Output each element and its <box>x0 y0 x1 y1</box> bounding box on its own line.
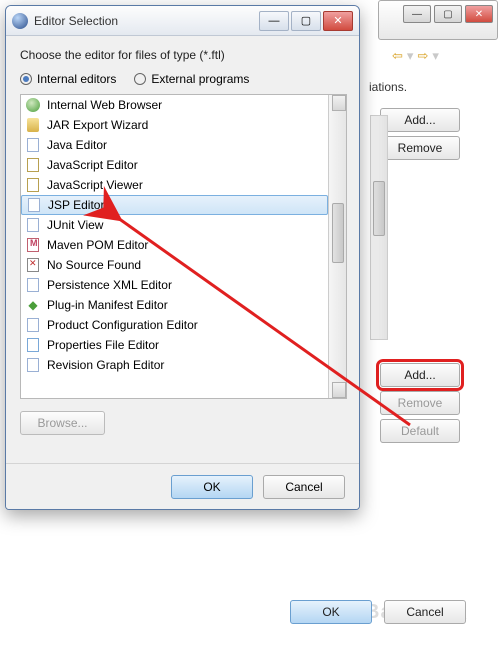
parent-window-controls: — ▢ ✕ <box>378 0 498 40</box>
external-programs-label: External programs <box>151 72 249 86</box>
radio-checked-icon <box>20 73 32 85</box>
globe-icon <box>25 97 41 113</box>
list-item[interactable]: Internal Web Browser <box>21 95 328 115</box>
editor-list: Internal Web Browser JAR Export Wizard Jav… <box>20 94 347 399</box>
js-icon <box>25 157 41 173</box>
minimize-button[interactable]: — <box>259 11 289 31</box>
remove-button-1[interactable]: Remove <box>380 136 460 160</box>
list-item-label: Plug-in Manifest Editor <box>47 298 168 312</box>
list-item-label: Revision Graph Editor <box>47 358 164 372</box>
parent-cancel-button[interactable]: Cancel <box>384 600 466 624</box>
list-item[interactable]: Maven POM Editor <box>21 235 328 255</box>
parent-minimize-button[interactable]: — <box>403 5 431 23</box>
list-scrollbar-thumb[interactable] <box>332 203 344 263</box>
radio-unchecked-icon <box>134 73 146 85</box>
internal-editors-radio[interactable]: Internal editors <box>20 72 116 86</box>
internal-editors-label: Internal editors <box>37 72 116 86</box>
editor-selection-dialog: Editor Selection — ▢ ✕ Choose the editor… <box>5 5 360 510</box>
doc-icon <box>25 317 41 333</box>
js-icon <box>25 177 41 193</box>
back-arrow-icon[interactable]: ⇦ <box>392 48 403 64</box>
list-scrollbar[interactable] <box>328 95 346 398</box>
dialog-title: Editor Selection <box>34 14 259 28</box>
back-dropdown-icon[interactable]: ▾ <box>407 48 414 64</box>
cancel-button[interactable]: Cancel <box>263 475 345 499</box>
list-item-label: Properties File Editor <box>47 338 159 352</box>
list-item[interactable]: Product Configuration Editor <box>21 315 328 335</box>
list-item[interactable]: ◆ Plug-in Manifest Editor <box>21 295 328 315</box>
doc-icon <box>25 357 41 373</box>
forward-arrow-icon[interactable]: ⇨ <box>417 48 428 64</box>
parent-text-fragment: iations. <box>365 80 500 94</box>
list-item[interactable]: No Source Found <box>21 255 328 275</box>
list-item[interactable]: JUnit View <box>21 215 328 235</box>
list-item-label: Persistence XML Editor <box>47 278 172 292</box>
close-button[interactable]: ✕ <box>323 11 353 31</box>
nosource-icon <box>25 257 41 273</box>
list-item-label: JUnit View <box>47 218 103 232</box>
parent-scrollbar-thumb[interactable] <box>373 181 385 236</box>
list-item-label: No Source Found <box>47 258 141 272</box>
list-item[interactable]: Revision Graph Editor <box>21 355 328 375</box>
remove-button-2[interactable]: Remove <box>380 391 460 415</box>
default-button[interactable]: Default <box>380 419 460 443</box>
maximize-button[interactable]: ▢ <box>291 11 321 31</box>
doc-icon <box>26 197 42 213</box>
list-item[interactable]: Properties File Editor <box>21 335 328 355</box>
jar-icon <box>25 117 41 133</box>
doc-icon <box>25 217 41 233</box>
nav-arrows: ⇦ ▾ ⇨ ▾ <box>392 48 439 64</box>
list-item[interactable]: JSP Editor <box>21 195 328 215</box>
list-item-label: JSP Editor <box>48 198 104 212</box>
doc-icon <box>25 137 41 153</box>
add-button-1[interactable]: Add... <box>380 108 460 132</box>
browse-button: Browse... <box>20 411 105 435</box>
parent-maximize-button[interactable]: ▢ <box>434 5 462 23</box>
list-item[interactable]: JavaScript Editor <box>21 155 328 175</box>
list-item-label: Internal Web Browser <box>47 98 162 112</box>
ok-button[interactable]: OK <box>171 475 253 499</box>
plug-icon: ◆ <box>25 297 41 313</box>
forward-dropdown-icon[interactable]: ▾ <box>432 48 439 64</box>
eclipse-icon <box>12 13 28 29</box>
doc-icon <box>25 277 41 293</box>
list-item[interactable]: JAR Export Wizard <box>21 115 328 135</box>
list-item-label: Product Configuration Editor <box>47 318 198 332</box>
parent-close-button[interactable]: ✕ <box>465 5 493 23</box>
list-item[interactable]: JavaScript Viewer <box>21 175 328 195</box>
external-programs-radio[interactable]: External programs <box>134 72 249 86</box>
parent-scrollbar[interactable] <box>370 115 388 340</box>
list-item-label: Java Editor <box>47 138 107 152</box>
titlebar[interactable]: Editor Selection — ▢ ✕ <box>6 6 359 36</box>
parent-ok-button[interactable]: OK <box>290 600 372 624</box>
list-item-label: JavaScript Editor <box>47 158 138 172</box>
list-item-label: JAR Export Wizard <box>47 118 148 132</box>
prompt-text: Choose the editor for files of type (*.f… <box>20 48 347 62</box>
list-item-label: Maven POM Editor <box>47 238 148 252</box>
list-item[interactable]: Persistence XML Editor <box>21 275 328 295</box>
prop-icon <box>25 337 41 353</box>
list-item-label: JavaScript Viewer <box>47 178 143 192</box>
maven-icon <box>25 237 41 253</box>
list-item[interactable]: Java Editor <box>21 135 328 155</box>
add-button-2[interactable]: Add... <box>380 363 460 387</box>
